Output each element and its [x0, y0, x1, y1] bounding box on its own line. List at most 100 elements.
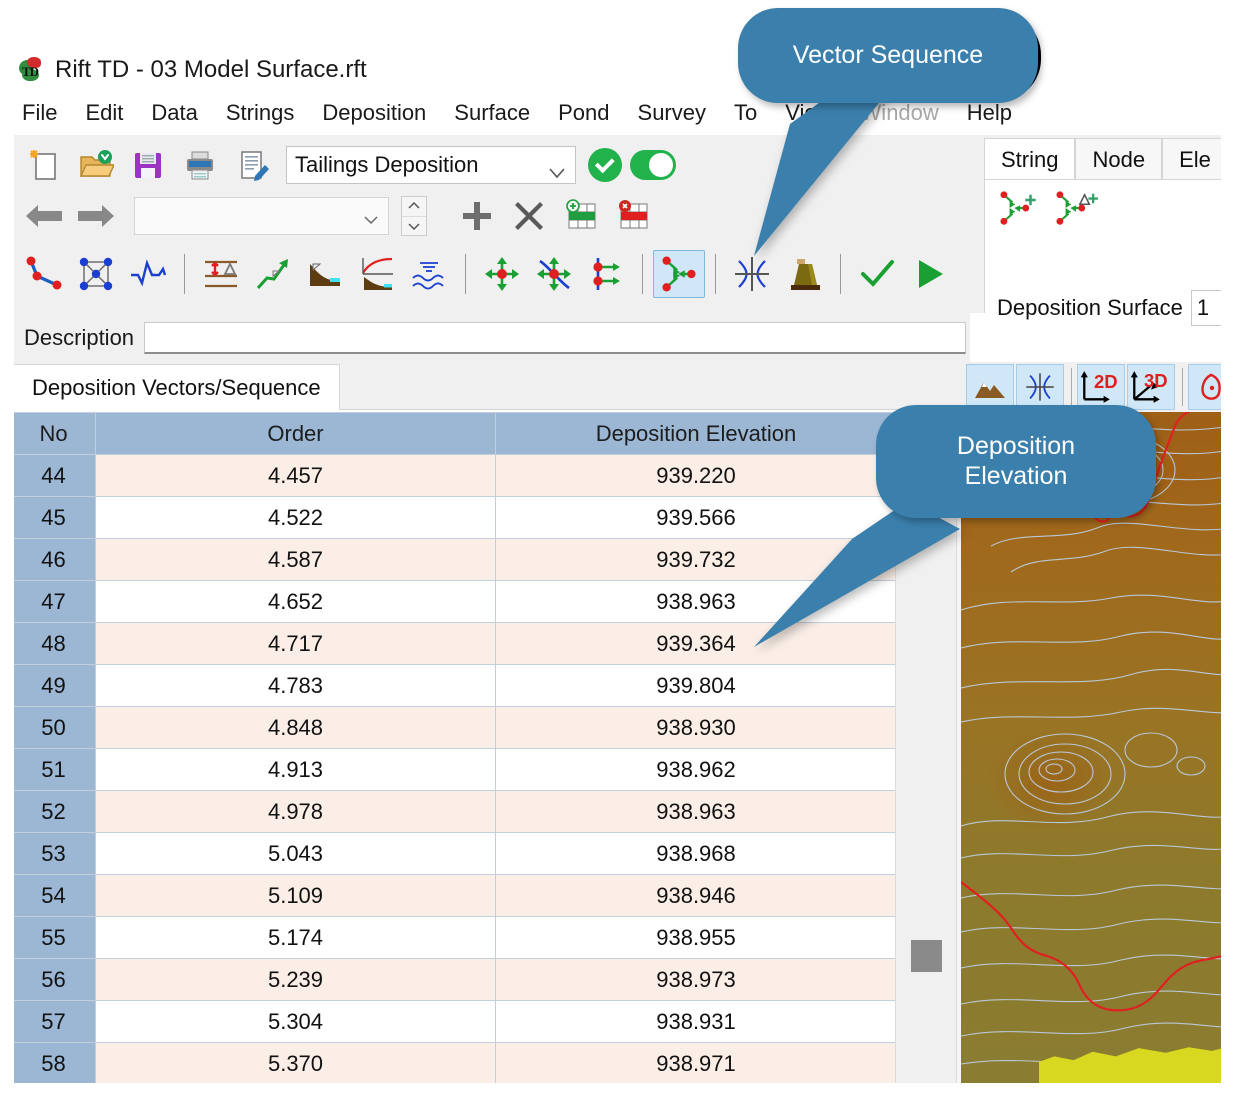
cell-deposition-elevation[interactable]: 938.968	[495, 832, 895, 875]
cell-no[interactable]: 49	[11, 664, 96, 707]
cell-deposition-elevation[interactable]: 938.971	[495, 1042, 895, 1085]
column-header-order[interactable]: Order	[95, 412, 496, 455]
column-header-no[interactable]: No	[11, 412, 96, 455]
elevation-range-icon[interactable]	[195, 250, 247, 298]
save-floppy-icon[interactable]	[122, 141, 174, 189]
tab-elevation[interactable]: Ele	[1162, 138, 1228, 180]
table-row[interactable]: 53 5.043 938.968	[11, 832, 895, 875]
add-plus-icon[interactable]	[451, 192, 503, 240]
vector-sequence-delta-add-icon[interactable]	[1049, 186, 1105, 232]
cell-no[interactable]: 51	[11, 748, 96, 791]
back-arrow-icon[interactable]	[18, 194, 70, 238]
delete-row-icon[interactable]	[607, 192, 659, 240]
cell-order[interactable]: 5.109	[95, 874, 496, 917]
forward-arrow-icon[interactable]	[70, 194, 122, 238]
cell-order[interactable]: 4.848	[95, 706, 496, 749]
move-vector-icon[interactable]	[476, 250, 528, 298]
table-row[interactable]: 52 4.978 938.963	[11, 790, 895, 833]
cell-no[interactable]: 47	[11, 580, 96, 623]
insert-row-icon[interactable]	[555, 192, 607, 240]
cell-order[interactable]: 5.043	[95, 832, 496, 875]
menu-item-pond[interactable]: Pond	[558, 100, 609, 126]
cell-no[interactable]: 48	[11, 622, 96, 665]
cell-no[interactable]: 50	[11, 706, 96, 749]
view-3d-icon[interactable]: 3D	[1127, 364, 1175, 410]
cell-no[interactable]: 44	[11, 454, 96, 497]
table-row[interactable]: 50 4.848 938.930	[11, 706, 895, 749]
deposition-mode-combobox[interactable]: Tailings Deposition	[286, 146, 576, 184]
print-icon[interactable]	[174, 141, 226, 189]
cell-order[interactable]: 5.239	[95, 958, 496, 1001]
table-row[interactable]: 56 5.239 938.973	[11, 958, 895, 1001]
stepper-up-icon[interactable]	[402, 197, 426, 217]
table-row[interactable]: 49 4.783 939.804	[11, 664, 895, 707]
table-row[interactable]: 57 5.304 938.931	[11, 1000, 895, 1043]
cell-order[interactable]: 4.978	[95, 790, 496, 833]
edit-document-icon[interactable]	[226, 141, 278, 189]
cell-deposition-elevation[interactable]: 938.955	[495, 916, 895, 959]
cell-deposition-elevation[interactable]: 938.963	[495, 790, 895, 833]
beach-profile-icon[interactable]	[299, 250, 351, 298]
cell-deposition-elevation[interactable]: 938.946	[495, 874, 895, 917]
beach-curve-icon[interactable]	[351, 250, 403, 298]
cell-no[interactable]: 58	[11, 1042, 96, 1085]
cell-no[interactable]: 55	[11, 916, 96, 959]
menu-item-survey[interactable]: Survey	[638, 100, 706, 126]
view-2d-icon[interactable]: 2D	[1077, 364, 1125, 410]
table-row[interactable]: 58 5.370 938.971	[11, 1042, 895, 1085]
new-document-icon[interactable]	[18, 141, 70, 189]
stepper-down-icon[interactable]	[402, 217, 426, 236]
table-row[interactable]: 55 5.174 938.955	[11, 916, 895, 959]
menu-item-deposition[interactable]: Deposition	[322, 100, 426, 126]
deposition-surface-input[interactable]: 1	[1190, 290, 1235, 326]
cell-order[interactable]: 5.304	[95, 1000, 496, 1043]
cell-deposition-elevation[interactable]: 939.804	[495, 664, 895, 707]
slope-arrow-icon[interactable]	[247, 250, 299, 298]
cell-no[interactable]: 54	[11, 874, 96, 917]
cell-no[interactable]: 53	[11, 832, 96, 875]
record-stepper[interactable]	[401, 196, 427, 236]
cell-order[interactable]: 5.174	[95, 916, 496, 959]
table-row[interactable]: 44 4.457 939.220	[11, 454, 895, 497]
table-row[interactable]: 54 5.109 938.946	[11, 874, 895, 917]
cell-order[interactable]: 5.370	[95, 1042, 496, 1085]
cell-order[interactable]: 4.717	[95, 622, 496, 665]
cell-deposition-elevation[interactable]: 938.931	[495, 1000, 895, 1043]
cell-order[interactable]: 4.522	[95, 496, 496, 539]
mesh-network-icon[interactable]	[70, 250, 122, 298]
description-input[interactable]	[144, 321, 966, 354]
tab-node[interactable]: Node	[1075, 138, 1163, 180]
cell-deposition-elevation[interactable]: 938.973	[495, 958, 895, 1001]
cell-deposition-elevation[interactable]: 938.930	[495, 706, 895, 749]
cell-deposition-elevation[interactable]: 939.220	[495, 454, 895, 497]
cell-no[interactable]: 57	[11, 1000, 96, 1043]
profile-wave-icon[interactable]	[122, 250, 174, 298]
move-vector-string-icon[interactable]	[528, 250, 580, 298]
vector-sequence-icon[interactable]	[653, 250, 705, 298]
delete-cross-icon[interactable]	[503, 192, 555, 240]
vector-offsets-icon[interactable]	[580, 250, 632, 298]
menu-item-surface[interactable]: Surface	[454, 100, 530, 126]
polyline-string-icon[interactable]	[18, 250, 70, 298]
cell-order[interactable]: 4.652	[95, 580, 496, 623]
cell-no[interactable]: 45	[11, 496, 96, 539]
column-header-deposition-elevation[interactable]: Deposition Elevation	[495, 412, 895, 455]
menu-item-data[interactable]: Data	[151, 100, 197, 126]
rotate-view-icon[interactable]	[1188, 364, 1235, 410]
cell-order[interactable]: 4.783	[95, 664, 496, 707]
open-folder-icon[interactable]	[70, 141, 122, 189]
cell-order[interactable]: 4.913	[95, 748, 496, 791]
cell-no[interactable]: 56	[11, 958, 96, 1001]
menu-item-strings[interactable]: Strings	[226, 100, 294, 126]
cell-deposition-elevation[interactable]: 938.962	[495, 748, 895, 791]
tab-deposition-vectors-sequence[interactable]: Deposition Vectors/Sequence	[13, 364, 340, 410]
water-surface-icon[interactable]	[403, 250, 455, 298]
table-row[interactable]: 51 4.913 938.962	[11, 748, 895, 791]
menu-item-file[interactable]: File	[22, 100, 57, 126]
cell-no[interactable]: 52	[11, 790, 96, 833]
apply-check-button[interactable]	[588, 148, 622, 182]
cell-no[interactable]: 46	[11, 538, 96, 581]
cell-order[interactable]: 4.457	[95, 454, 496, 497]
string-selector-combobox[interactable]	[134, 197, 389, 235]
deposition-enabled-toggle[interactable]	[630, 150, 676, 180]
